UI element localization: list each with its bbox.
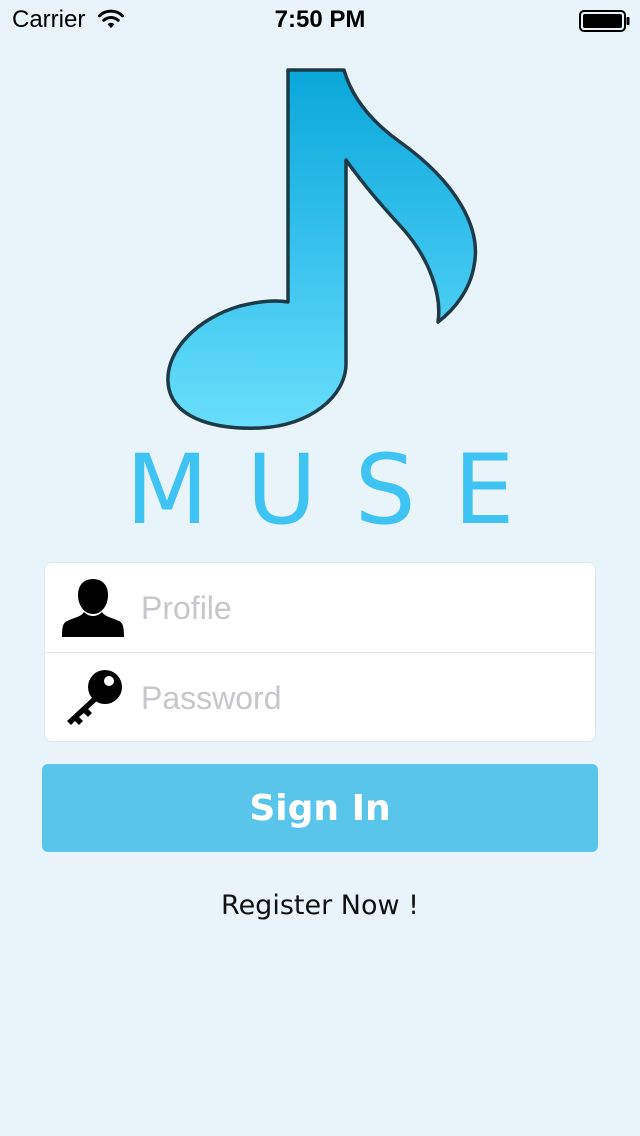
- app-name-logo: MUSE: [125, 434, 553, 546]
- password-input[interactable]: [141, 673, 581, 723]
- login-form: [44, 562, 596, 742]
- key-icon: [67, 670, 122, 725]
- clock: 7:50 PM: [274, 6, 366, 33]
- profile-input[interactable]: [141, 583, 581, 633]
- battery-icon: [579, 10, 630, 32]
- login-screen: Carrier 7:50 PM MUSE Profile Sign In Reg…: [0, 0, 640, 1136]
- profile-field-row: [45, 563, 595, 652]
- sign-in-button[interactable]: Sign In: [42, 764, 598, 852]
- music-note-icon: [166, 68, 478, 430]
- register-link[interactable]: Register Now !: [0, 890, 640, 921]
- password-field-row: [45, 652, 595, 741]
- user-icon: [62, 579, 124, 637]
- status-bar: Carrier 7:50 PM: [0, 0, 640, 40]
